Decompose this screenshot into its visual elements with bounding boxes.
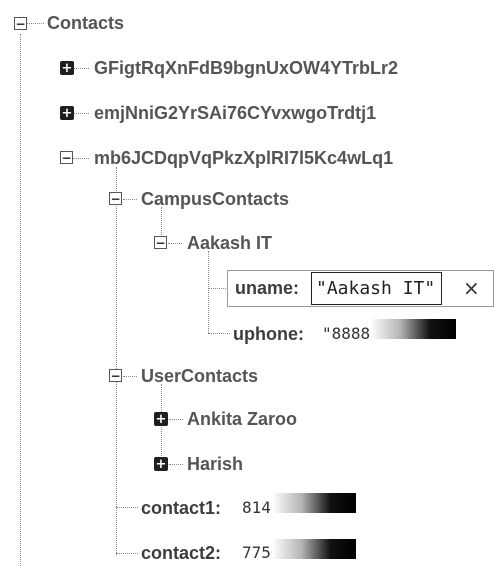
node-contacts[interactable]: Contacts [47, 13, 124, 33]
uphone-key: uphone: [233, 324, 304, 344]
node-user-3[interactable]: mb6JCDqpVqPkzXplRI7l5Kc4wLq1 [94, 148, 393, 168]
node-harish[interactable]: Harish [187, 454, 243, 474]
node-campus-contacts[interactable]: CampusContacts [141, 189, 289, 209]
tree-line [161, 207, 162, 239]
contact2-key: contact2: [141, 543, 222, 563]
tree-line [116, 507, 138, 508]
expand-toggle-icon[interactable]: + [60, 61, 74, 75]
tree-line [123, 376, 137, 377]
tree-line [20, 34, 21, 566]
tree-line [116, 167, 117, 555]
tree-line [123, 199, 137, 200]
collapse-toggle-icon[interactable]: − [154, 236, 167, 249]
redaction-block [272, 493, 356, 513]
node-user-1[interactable]: GFigtRqXnFdB9bgnUxOW4YTrbLr2 [94, 58, 398, 78]
uname-value-input[interactable] [311, 272, 442, 305]
tree-line [208, 333, 230, 334]
uname-key: uname: [235, 278, 300, 298]
contact1-key: contact1: [141, 498, 222, 518]
tree-line [73, 113, 89, 114]
tree-line [73, 158, 89, 159]
redaction-block [370, 319, 456, 339]
expand-toggle-icon[interactable]: + [154, 457, 168, 471]
node-ankita-zaroo[interactable]: Ankita Zaroo [187, 409, 297, 429]
clear-icon[interactable]: × [463, 278, 480, 298]
tree-line [169, 464, 183, 465]
expand-toggle-icon[interactable]: + [60, 106, 74, 120]
expand-toggle-icon[interactable]: + [154, 412, 168, 426]
tree-line [26, 23, 44, 24]
node-user-contacts[interactable]: UserContacts [141, 366, 258, 386]
tree-line [168, 243, 182, 244]
node-aakash-it[interactable]: Aakash IT [187, 233, 272, 253]
collapse-toggle-icon[interactable]: − [109, 369, 122, 382]
uphone-value[interactable]: "8888 [322, 324, 370, 344]
redaction-block [272, 539, 356, 559]
tree-line [116, 553, 138, 554]
collapse-toggle-icon[interactable]: − [109, 192, 122, 205]
node-user-2[interactable]: emjNniG2YrSAi76CYvxwgoTrdtj1 [94, 103, 376, 123]
tree-line [73, 68, 89, 69]
tree-line [208, 251, 209, 333]
collapse-toggle-icon[interactable]: − [60, 151, 73, 164]
collapse-toggle-icon[interactable]: − [14, 17, 27, 30]
tree-line [169, 419, 183, 420]
